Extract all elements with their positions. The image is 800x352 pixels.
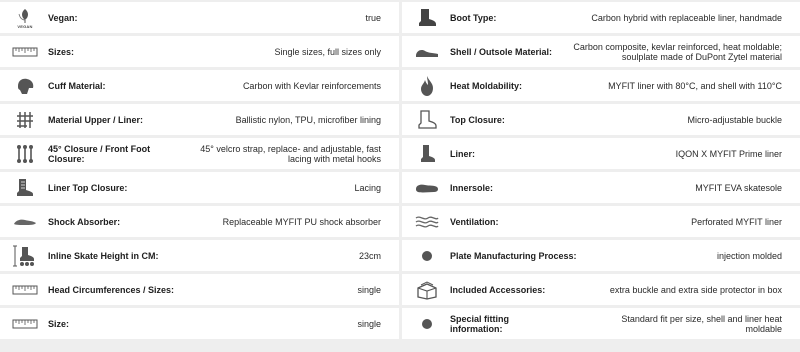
spec-label: Shell / Outsole Material: bbox=[450, 46, 553, 57]
spec-row-closure: 45° Closure / Front Foot Closure: 45° ve… bbox=[0, 138, 399, 169]
vegan-icon-text: VEGAN bbox=[17, 24, 32, 29]
spec-label: Top Closure: bbox=[450, 114, 505, 125]
spec-row-accessories: Included Accessories: extra buckle and e… bbox=[402, 274, 800, 305]
liner-icon bbox=[412, 141, 442, 167]
spec-value: single bbox=[357, 318, 381, 329]
spec-value: single bbox=[357, 284, 381, 295]
insole-icon bbox=[412, 175, 442, 201]
spec-label: Included Accessories: bbox=[450, 284, 546, 295]
ruler-icon bbox=[10, 311, 40, 337]
spec-label: Boot Type: bbox=[450, 12, 497, 23]
spec-label: Material Upper / Liner: bbox=[48, 114, 144, 125]
spec-table: VEGAN Vegan: true Boot Type: Carbon hybr… bbox=[0, 0, 800, 352]
spec-label: Liner: bbox=[450, 148, 476, 159]
spec-row-liner-top-closure: Liner Top Closure: Lacing bbox=[0, 172, 399, 203]
helmet-cuff-icon bbox=[10, 73, 40, 99]
spec-row-shell-outsole: Shell / Outsole Material: Carbon composi… bbox=[402, 36, 800, 67]
spec-label: Sizes: bbox=[48, 46, 75, 57]
spec-value: Standard fit per size, shell and liner h… bbox=[621, 313, 782, 334]
dot-icon bbox=[412, 243, 442, 269]
ruler-icon bbox=[10, 39, 40, 65]
ventilation-waves-icon bbox=[412, 209, 442, 235]
spec-label: Head Circumferences / Sizes: bbox=[48, 284, 175, 295]
spec-value: 23cm bbox=[358, 250, 381, 261]
spec-row-size: Size: single bbox=[0, 308, 399, 339]
spec-label: Plate Manufacturing Process: bbox=[450, 250, 577, 261]
spec-label: Ventilation: bbox=[450, 216, 499, 227]
spec-value: Perforated MYFIT liner bbox=[691, 216, 782, 227]
spec-row-sizes: Sizes: Single sizes, full sizes only bbox=[0, 36, 399, 67]
dot-icon bbox=[412, 311, 442, 337]
spec-row-skate-height: Inline Skate Height in CM: 23cm bbox=[0, 240, 399, 271]
spec-row-ventilation: Ventilation: Perforated MYFIT liner bbox=[402, 206, 800, 237]
box-icon bbox=[412, 277, 442, 303]
spec-value: Replaceable MYFIT PU shock absorber bbox=[222, 216, 381, 227]
spec-label: Heat Moldability: bbox=[450, 80, 523, 91]
ruler-icon bbox=[10, 277, 40, 303]
spec-label: Vegan: bbox=[48, 12, 78, 23]
spec-value: Carbon hybrid with replaceable liner, ha… bbox=[591, 12, 782, 23]
spec-value: Lacing bbox=[354, 182, 381, 193]
spec-value: Carbon composite, kevlar reinforced, hea… bbox=[573, 41, 782, 62]
spec-row-special-fitting: Special fitting information: Standard fi… bbox=[402, 308, 800, 339]
spec-label: Inline Skate Height in CM: bbox=[48, 250, 159, 261]
straps-icon bbox=[10, 141, 40, 167]
spec-value: MYFIT liner with 80°C, and shell with 11… bbox=[608, 80, 782, 91]
boot-outline-icon bbox=[412, 107, 442, 133]
spec-value: MYFIT EVA skatesole bbox=[695, 182, 782, 193]
spec-label: Shock Absorber: bbox=[48, 216, 121, 227]
liner-lacing-icon bbox=[10, 175, 40, 201]
spec-value: 45° velcro strap, replace- and adjustabl… bbox=[200, 143, 381, 164]
spec-row-liner: Liner: IQON X MYFIT Prime liner bbox=[402, 138, 800, 169]
spec-row-material-upper: Material Upper / Liner: Ballistic nylon,… bbox=[0, 104, 399, 135]
spec-row-heat-moldability: Heat Moldability: MYFIT liner with 80°C,… bbox=[402, 70, 800, 101]
spec-value: IQON X MYFIT Prime liner bbox=[675, 148, 782, 159]
spec-value: injection molded bbox=[716, 250, 782, 261]
spec-value: true bbox=[365, 12, 381, 23]
spec-row-boot-type: Boot Type: Carbon hybrid with replaceabl… bbox=[402, 2, 800, 33]
inline-skate-height-icon bbox=[10, 243, 40, 269]
spec-label: Cuff Material: bbox=[48, 80, 106, 91]
spec-row-plate-process: Plate Manufacturing Process: injection m… bbox=[402, 240, 800, 271]
flame-icon bbox=[412, 73, 442, 99]
spec-row-vegan: VEGAN Vegan: true bbox=[0, 2, 399, 33]
spec-value: Single sizes, full sizes only bbox=[274, 46, 381, 57]
boot-icon bbox=[412, 5, 442, 31]
shock-absorber-icon bbox=[10, 209, 40, 235]
spec-value: Ballistic nylon, TPU, microfiber lining bbox=[235, 114, 381, 125]
spec-row-innersole: Innersole: MYFIT EVA skatesole bbox=[402, 172, 800, 203]
spec-label: Innersole: bbox=[450, 182, 494, 193]
spec-label: Liner Top Closure: bbox=[48, 182, 128, 193]
spec-label: 45° Closure / Front Foot Closure: bbox=[48, 143, 151, 164]
spec-value: extra buckle and extra side protector in… bbox=[609, 284, 782, 295]
spec-value: Carbon with Kevlar reinforcements bbox=[242, 80, 381, 91]
spec-row-head-circumference: Head Circumferences / Sizes: single bbox=[0, 274, 399, 305]
spec-row-cuff-material: Cuff Material: Carbon with Kevlar reinfo… bbox=[0, 70, 399, 101]
spec-label: Special fitting information: bbox=[450, 313, 510, 334]
spec-row-shock-absorber: Shock Absorber: Replaceable MYFIT PU sho… bbox=[0, 206, 399, 237]
spec-value: Micro-adjustable buckle bbox=[687, 114, 782, 125]
shoe-shell-icon bbox=[412, 39, 442, 65]
fabric-grid-icon bbox=[10, 107, 40, 133]
spec-row-top-closure: Top Closure: Micro-adjustable buckle bbox=[402, 104, 800, 135]
vegan-leaf-icon: VEGAN bbox=[10, 5, 40, 31]
spec-label: Size: bbox=[48, 318, 70, 329]
